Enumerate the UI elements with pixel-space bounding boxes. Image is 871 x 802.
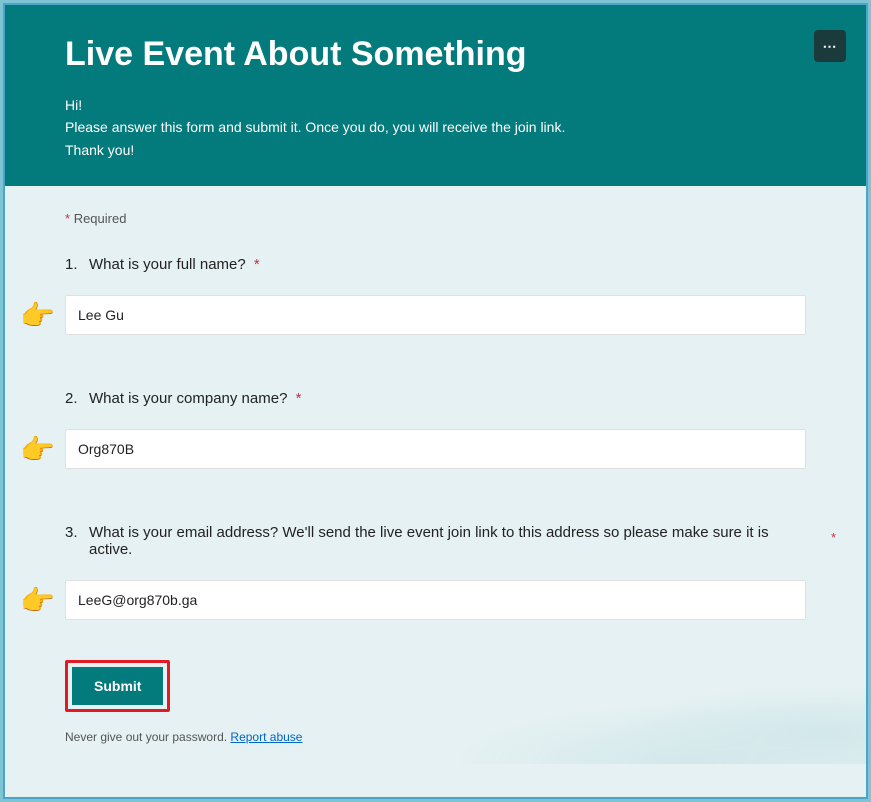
required-note: * Required	[65, 211, 806, 226]
question-number: 2.	[65, 390, 83, 407]
desc-line-3: Thank you!	[65, 139, 806, 161]
question-number: 1.	[65, 256, 83, 273]
pointing-hand-icon: 👉	[20, 433, 55, 466]
submit-row: Submit	[65, 660, 806, 712]
question-text: What is your email address? We'll send t…	[89, 524, 769, 558]
asterisk-icon: *	[65, 211, 70, 226]
pointing-hand-icon: 👉	[20, 584, 55, 617]
more-options-button[interactable]: ⋯	[814, 30, 846, 62]
input-row: 👉	[65, 429, 806, 469]
desc-line-2: Please answer this form and submit it. O…	[65, 116, 806, 138]
password-note: Never give out your password.	[65, 730, 227, 744]
question-3-label: 3. What is your email address? We'll sen…	[65, 524, 806, 558]
form-container: ⋯ Live Event About Something Hi! Please …	[3, 3, 868, 799]
input-row: 👉	[65, 295, 806, 335]
question-text-content: What is your company name?	[89, 390, 287, 407]
company-name-input[interactable]	[65, 429, 806, 469]
footer-note: Never give out your password. Report abu…	[65, 730, 806, 744]
question-text: What is your full name? *	[89, 256, 769, 273]
ellipsis-icon: ⋯	[823, 38, 838, 55]
form-header: ⋯ Live Event About Something Hi! Please …	[5, 5, 866, 186]
desc-line-1: Hi!	[65, 94, 806, 116]
form-title: Live Event About Something	[65, 35, 806, 74]
question-2: 2. What is your company name? * 👉	[65, 390, 806, 469]
question-number: 3.	[65, 524, 83, 541]
pointing-hand-icon: 👉	[20, 299, 55, 332]
full-name-input[interactable]	[65, 295, 806, 335]
required-asterisk-icon: *	[254, 256, 260, 273]
question-text: What is your company name? *	[89, 390, 769, 407]
question-3: 3. What is your email address? We'll sen…	[65, 524, 806, 620]
question-2-label: 2. What is your company name? *	[65, 390, 806, 407]
form-description: Hi! Please answer this form and submit i…	[65, 94, 806, 161]
report-abuse-link[interactable]: Report abuse	[230, 730, 302, 744]
input-row: 👉	[65, 580, 806, 620]
question-text-content: What is your full name?	[89, 256, 246, 273]
required-asterisk-icon: *	[831, 530, 836, 545]
required-label: Required	[74, 211, 127, 226]
required-asterisk-icon: *	[296, 390, 302, 407]
email-input[interactable]	[65, 580, 806, 620]
submit-highlight: Submit	[65, 660, 170, 712]
submit-button[interactable]: Submit	[72, 667, 163, 705]
question-1-label: 1. What is your full name? *	[65, 256, 806, 273]
form-body: * Required 1. What is your full name? * …	[5, 186, 866, 764]
question-1: 1. What is your full name? * 👉	[65, 256, 806, 335]
